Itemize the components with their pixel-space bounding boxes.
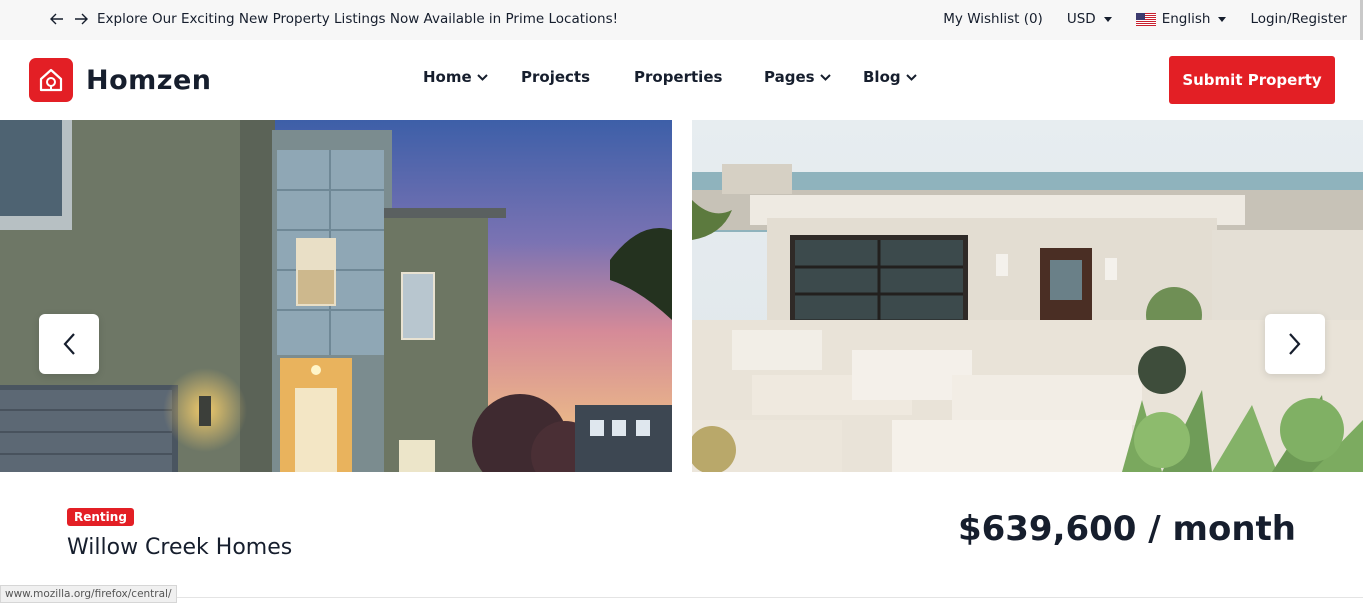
chevron-right-icon [1289,333,1301,355]
login-register-link[interactable]: Login/Register [1250,11,1347,27]
listing-title[interactable]: Willow Creek Homes [67,535,292,560]
slider-next-button[interactable] [1265,314,1325,374]
property-slider: Renting Willow Creek Homes $639,600 / mo… [0,120,1363,603]
chevron-left-icon [63,333,75,355]
nav-item-properties[interactable]: Properties [634,68,722,86]
top-bar: Explore Our Exciting New Property Listin… [0,0,1363,40]
slide-image-coastal-house[interactable] [692,120,1363,472]
main-nav: Home Projects Properties Pages Blog [0,68,1363,92]
slide-image-modern-house[interactable] [0,120,672,472]
nav-item-pages[interactable]: Pages [764,68,832,86]
nav-label: Blog [863,68,901,86]
currency-label: USD [1066,11,1096,27]
caret-down-icon [1103,16,1112,22]
slider-prev-button[interactable] [39,314,99,374]
topbar-right: My Wishlist (0) USD English Login/Regist… [943,11,1347,27]
nav-label: Home [423,68,472,86]
caret-down-icon [1218,16,1227,22]
wishlist-link[interactable]: My Wishlist (0) [943,11,1043,27]
us-flag-icon [1135,12,1156,26]
currency-select[interactable]: USD [1067,11,1112,27]
announcement-text: Explore Our Exciting New Property Listin… [97,11,619,27]
nav-label: Projects [521,68,591,86]
chevron-down-icon [905,73,917,81]
nav-item-projects[interactable]: Projects [521,68,590,86]
chevron-down-icon [476,73,488,81]
submit-property-button[interactable]: Submit Property [1169,56,1335,104]
divider [0,597,1363,598]
announcement-arrows [48,10,90,28]
status-badge: Renting [67,508,134,526]
language-select[interactable]: English [1135,11,1227,27]
chevron-down-icon [819,73,831,81]
nav-label: Properties [634,68,723,86]
language-label: English [1161,11,1211,27]
nav-item-blog[interactable]: Blog [863,68,918,86]
arrow-right-icon[interactable] [73,10,90,28]
nav-label: Pages [764,68,815,86]
main-header: Homzen Home Projects Properties Pages Bl… [0,40,1363,120]
listing-price: $639,600 / month [957,509,1296,549]
browser-status-url: www.mozilla.org/firefox/central/ [0,585,177,603]
arrow-left-icon[interactable] [48,10,65,28]
listing-card[interactable]: Renting Willow Creek Homes $639,600 / mo… [37,473,1327,603]
nav-item-home[interactable]: Home [423,68,489,86]
